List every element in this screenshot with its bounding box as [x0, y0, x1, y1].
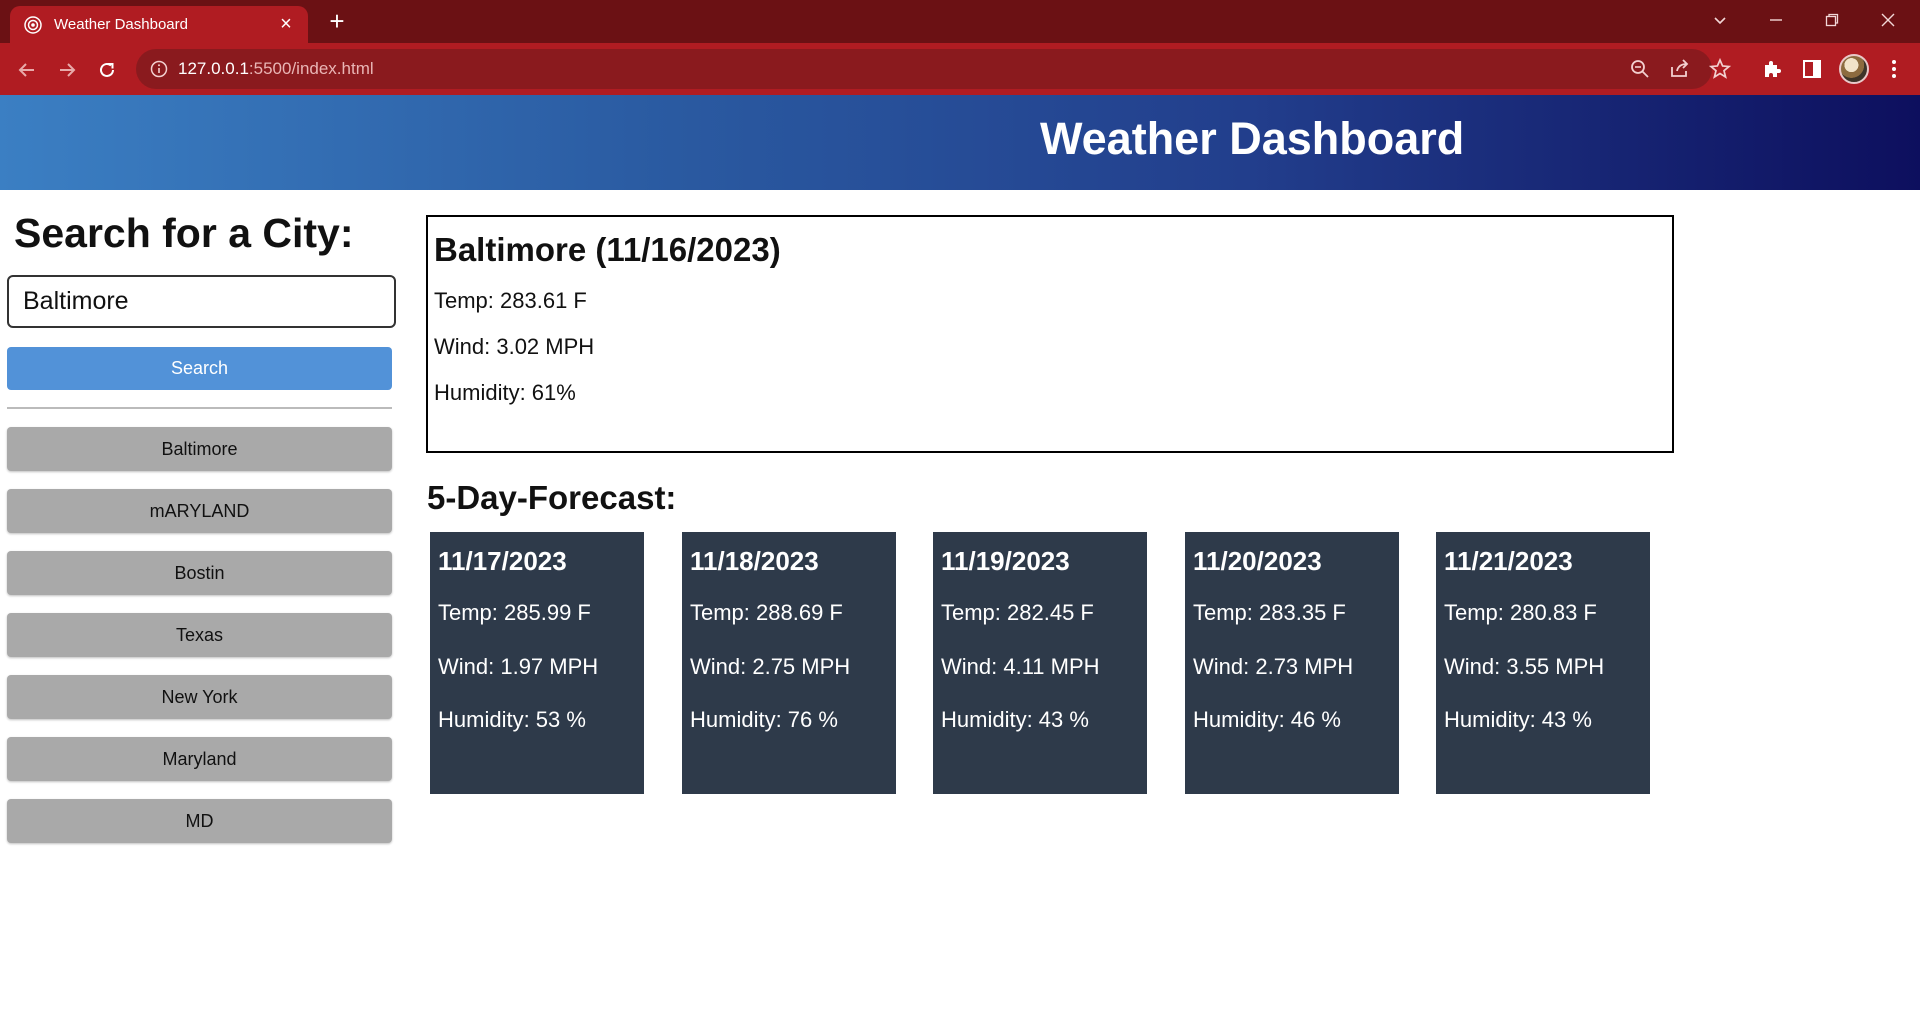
forecast-wind: Wind: 2.75 MPH	[690, 654, 851, 679]
search-heading: Search for a City:	[14, 210, 354, 256]
forecast-wind: Wind: 1.97 MPH	[438, 654, 599, 679]
forecast-temp: Temp: 283.35 F	[1193, 600, 1346, 625]
forecast-temp: Temp: 280.83 F	[1444, 600, 1597, 625]
forecast-temp: Temp: 285.99 F	[438, 600, 591, 625]
history-button[interactable]: Texas	[7, 613, 392, 657]
forecast-card: 11/20/2023 Temp: 283.35 F Wind: 2.73 MPH…	[1185, 532, 1399, 794]
history-button[interactable]: Maryland	[7, 737, 392, 781]
forecast-humidity: Humidity: 76 %	[690, 707, 838, 732]
forecast-humidity: Humidity: 46 %	[1193, 707, 1341, 732]
page-header: Weather Dashboard	[0, 95, 1920, 190]
forecast-humidity: Humidity: 53 %	[438, 707, 586, 732]
back-icon[interactable]	[11, 53, 43, 85]
forecast-date: 11/21/2023	[1444, 546, 1573, 576]
browser-tab[interactable]: Weather Dashboard ×	[10, 6, 308, 43]
forecast-card: 11/18/2023 Temp: 288.69 F Wind: 2.75 MPH…	[682, 532, 896, 794]
browser-toolbar: 127.0.0.1:5500/index.html	[0, 43, 1920, 95]
forecast-temp: Temp: 282.45 F	[941, 600, 1094, 625]
browser-tabstrip: Weather Dashboard × +	[0, 0, 1920, 43]
forecast-date: 11/19/2023	[941, 546, 1070, 576]
close-window-icon[interactable]	[1860, 0, 1916, 40]
history-button[interactable]: Baltimore	[7, 427, 392, 471]
forecast-temp: Temp: 288.69 F	[690, 600, 843, 625]
divider	[7, 407, 392, 409]
address-bar[interactable]: 127.0.0.1:5500/index.html	[136, 49, 1732, 89]
side-panel-icon[interactable]	[1800, 57, 1824, 81]
forecast-card: 11/17/2023 Temp: 285.99 F Wind: 1.97 MPH…	[430, 532, 644, 794]
history-button[interactable]: mARYLAND	[7, 489, 392, 533]
history-button[interactable]: Bostin	[7, 551, 392, 595]
zoom-icon[interactable]	[1628, 57, 1652, 81]
forecast-wind: Wind: 4.11 MPH	[941, 654, 1100, 679]
current-humidity: Humidity: 61%	[434, 380, 576, 405]
profile-avatar[interactable]	[1839, 54, 1869, 84]
current-temp: Temp: 283.61 F	[434, 288, 587, 313]
forecast-card: 11/21/2023 Temp: 280.83 F Wind: 3.55 MPH…	[1436, 532, 1650, 794]
page-title: Weather Dashboard	[1040, 113, 1465, 164]
current-weather-card: Baltimore (11/16/2023) Temp: 283.61 F Wi…	[426, 215, 1674, 453]
share-icon[interactable]	[1668, 57, 1692, 81]
forecast-wind: Wind: 3.55 MPH	[1444, 654, 1605, 679]
minimize-icon[interactable]	[1748, 0, 1804, 40]
forecast-date: 11/17/2023	[438, 546, 567, 576]
search-button[interactable]: Search	[7, 347, 392, 390]
site-info-icon[interactable]	[150, 60, 168, 78]
forecast-humidity: Humidity: 43 %	[941, 707, 1089, 732]
search-sidebar: Search for a City: Search Baltimore mARY…	[0, 190, 400, 950]
extensions-icon[interactable]	[1760, 57, 1784, 81]
restore-icon[interactable]	[1804, 0, 1860, 40]
tab-search-icon[interactable]	[1692, 0, 1748, 40]
current-city-title: Baltimore (11/16/2023)	[434, 231, 781, 268]
history-button[interactable]: New York	[7, 675, 392, 719]
current-wind: Wind: 3.02 MPH	[434, 334, 595, 359]
menu-dots-icon[interactable]	[1882, 57, 1906, 81]
forecast-humidity: Humidity: 43 %	[1444, 707, 1592, 732]
history-button[interactable]: MD	[7, 799, 392, 843]
city-search-input[interactable]	[7, 275, 396, 328]
bookmark-star-icon[interactable]	[1708, 57, 1732, 81]
forecast-date: 11/20/2023	[1193, 546, 1322, 576]
reload-icon[interactable]	[91, 53, 123, 85]
broadcast-icon	[24, 16, 42, 34]
page: Weather Dashboard Search for a City: Sea…	[0, 95, 1920, 1020]
forecast-wind: Wind: 2.73 MPH	[1193, 654, 1354, 679]
forward-icon[interactable]	[51, 53, 83, 85]
forecast-card: 11/19/2023 Temp: 282.45 F Wind: 4.11 MPH…	[933, 532, 1147, 794]
tab-title: Weather Dashboard	[54, 16, 188, 33]
forecast-date: 11/18/2023	[690, 546, 819, 576]
close-tab-icon[interactable]: ×	[276, 14, 296, 34]
new-tab-icon[interactable]: +	[324, 8, 350, 35]
url-text[interactable]: 127.0.0.1:5500/index.html	[178, 59, 374, 79]
forecast-heading: 5-Day-Forecast:	[427, 479, 677, 516]
